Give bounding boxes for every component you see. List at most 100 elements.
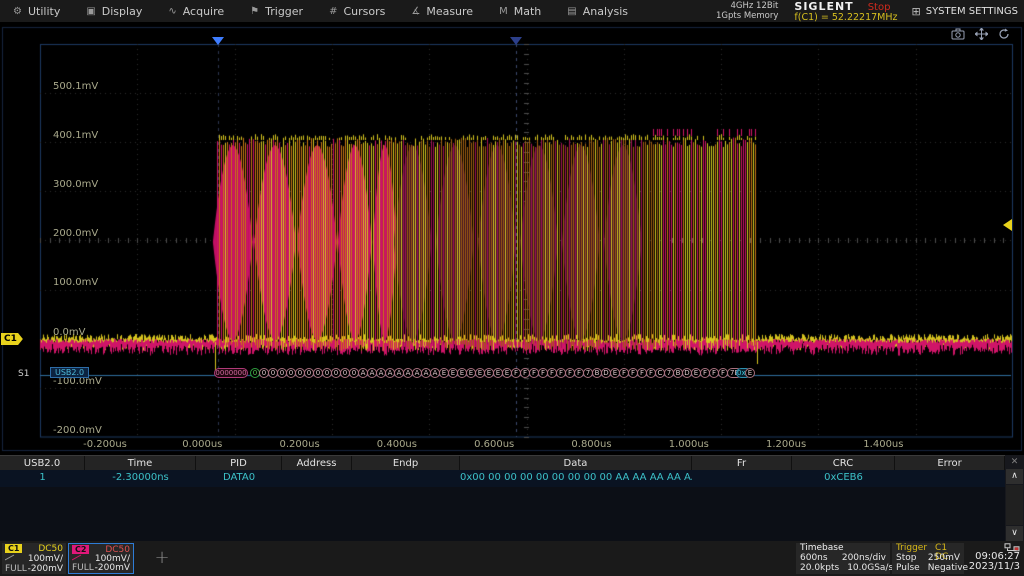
move-crosshair-icon[interactable] — [975, 28, 988, 40]
decode-table-cell: 0xCEB6 — [792, 470, 895, 487]
spec-bandwidth: 4GHz 12Bit — [716, 1, 778, 11]
trigger-box[interactable]: Trigger C1 DC Stop 250mV Pulse Negative — [892, 543, 964, 574]
timebase-depth: 20.0kpts — [800, 564, 839, 573]
decode-table-scrollbar: ✕ ∧ ∨ — [1005, 455, 1024, 541]
decode-table-header-cell: Endp — [352, 456, 460, 470]
scope-spec: 4GHz 12Bit 1Gpts Memory — [716, 1, 778, 21]
c1-coupling: DC50 — [38, 544, 63, 554]
menu-item-icon: # — [329, 6, 337, 17]
menu-item-label: Display — [102, 5, 143, 18]
menu-item[interactable]: ▤ Analysis — [554, 0, 641, 22]
menu-item[interactable]: ∿ Acquire — [155, 0, 237, 22]
top-menu-bar: ⚙ Utility ▣ Display ∿ Acquire ⚑ Trigger … — [0, 0, 1024, 22]
scroll-track[interactable] — [1006, 485, 1023, 525]
trigger-source: C1 DC — [935, 544, 960, 553]
c1-offset: -200mV — [28, 564, 63, 574]
decode-table-header-cell: Data — [460, 456, 692, 470]
trigger-type: Pulse — [896, 564, 920, 573]
decode-table-row[interactable]: 1-2.30000nsDATA00x00 00 00 00 00 00 00 0… — [0, 470, 1024, 487]
add-channel-button[interactable]: + — [152, 548, 172, 568]
main-menu: ⚙ Utility ▣ Display ∿ Acquire ⚑ Trigger … — [0, 0, 641, 22]
c1-scale: 100mV/ — [28, 554, 63, 564]
c1-trace-icon — [5, 554, 15, 564]
x-axis-tick-label: 0.200us — [280, 439, 320, 450]
trigger-level-arrow[interactable] — [1003, 219, 1012, 231]
scroll-down-button[interactable]: ∨ — [1006, 526, 1023, 541]
menu-item-label: Analysis — [583, 5, 628, 18]
menu-item-label: Math — [514, 5, 542, 18]
menu-item-label: Acquire — [183, 5, 224, 18]
channel-c1-box[interactable]: C1 DC50 100mV/ FULL -200mV — [2, 543, 66, 574]
menu-item[interactable]: ▣ Display — [73, 0, 155, 22]
menu-item-label: Trigger — [265, 5, 303, 18]
menu-item-icon: M — [499, 6, 508, 17]
decode-nibble-bubble: E — [745, 368, 755, 378]
status-bar: C1 DC50 100mV/ FULL -200mV C2 DC50 100mV… — [0, 541, 1024, 576]
menu-item-icon: ∿ — [168, 6, 176, 17]
system-settings-button[interactable]: ⊞ SYSTEM SETTINGS — [912, 5, 1024, 18]
trigger-position-marker[interactable] — [212, 37, 224, 45]
run-state-badge[interactable]: Stop — [868, 2, 891, 13]
y-axis-tick-label: -200.0mV — [53, 425, 102, 436]
x-axis-tick-label: 0.000us — [182, 439, 222, 450]
y-axis-tick-label: 200.0mV — [53, 228, 98, 239]
c1-bandwidth: FULL — [5, 564, 27, 574]
menu-item[interactable]: M Math — [486, 0, 554, 22]
decode-table-header-cell: Fr — [692, 456, 792, 470]
x-axis-tick-label: 0.800us — [571, 439, 611, 450]
waveform-area: 500.1mV400.1mV300.0mV200.0mV100.0mV0.0mV… — [0, 24, 1024, 454]
menu-item-label: Utility — [28, 5, 60, 18]
menu-item-icon: ▤ — [567, 6, 576, 17]
c2-offset: -200mV — [95, 563, 130, 573]
decode-table-cell — [352, 470, 460, 487]
usb2-bus-badge[interactable]: USB2.0 — [50, 367, 89, 378]
clock-date: 2023/11/3 — [964, 562, 1020, 572]
y-axis-tick-label: 400.1mV — [53, 130, 98, 141]
decode-table-cell: 0x00 00 00 00 00 00 00 00 00 AA AA AA AA… — [460, 470, 692, 487]
decode-table-cell: DATA0 — [196, 470, 282, 487]
decode-table-header-cell: Address — [282, 456, 352, 470]
decode-table-cell — [895, 470, 1005, 487]
x-axis-tick-label: 1.200us — [766, 439, 806, 450]
system-settings-label: SYSTEM SETTINGS — [926, 6, 1018, 17]
x-axis-tick-label: -0.200us — [83, 439, 127, 450]
y-axis-tick-label: 300.0mV — [53, 179, 98, 190]
x-axis-tick-label: 0.600us — [474, 439, 514, 450]
menu-item[interactable]: # Cursors — [316, 0, 398, 22]
channel-c2-box[interactable]: C2 DC50 100mV/ FULL -200mV — [68, 543, 134, 574]
trigger-title: Trigger — [896, 544, 927, 553]
c1-badge: C1 — [5, 544, 22, 553]
menu-item[interactable]: ⚑ Trigger — [237, 0, 316, 22]
timebase-box[interactable]: Timebase 600ns 200ns/div 20.0kpts 10.0GS… — [796, 543, 890, 574]
menu-item-icon: ⚑ — [250, 6, 259, 17]
grid-icon: ⊞ — [912, 5, 921, 18]
s1-bus-label: S1 — [18, 369, 29, 379]
camera-icon[interactable] — [951, 28, 965, 40]
decode-table: USB2.0TimePIDAddressEndpDataFrCRCError 1… — [0, 455, 1024, 541]
menu-item-icon: ⚙ — [13, 6, 22, 17]
timebase-rate: 10.0GSa/s — [847, 564, 893, 573]
rotate-refresh-icon[interactable] — [998, 28, 1010, 40]
spec-memory: 1Gpts Memory — [716, 11, 778, 21]
menu-item[interactable]: ⚙ Utility — [0, 0, 73, 22]
delay-reference-marker[interactable] — [510, 37, 522, 45]
c2-bandwidth: FULL — [72, 563, 94, 573]
close-icon[interactable]: ✕ — [1011, 455, 1019, 469]
trigger-slope: Negative — [928, 564, 968, 573]
trigger-level: 250mV — [928, 554, 960, 563]
decode-table-header-cell: PID — [196, 456, 282, 470]
brand-logo: SIGLENT — [794, 0, 853, 13]
waveform-display[interactable] — [0, 24, 1024, 454]
decode-table-cell: -2.30000ns — [85, 470, 196, 487]
scroll-up-button[interactable]: ∧ — [1006, 469, 1023, 484]
x-axis-tick-label: 0.400us — [377, 439, 417, 450]
decode-table-header-cell: USB2.0 — [0, 456, 85, 470]
decode-table-header-cell: Error — [895, 456, 1005, 470]
x-axis-tick-label: 1.000us — [669, 439, 709, 450]
timebase-scale: 200ns/div — [842, 554, 886, 563]
clock-block: 09:06:27 2023/11/3 — [964, 543, 1020, 574]
y-axis-tick-label: 0.0mV — [53, 327, 86, 338]
x-axis-tick-label: 1.400us — [863, 439, 903, 450]
decode-table-cell — [692, 470, 792, 487]
menu-item[interactable]: ∡ Measure — [398, 0, 486, 22]
